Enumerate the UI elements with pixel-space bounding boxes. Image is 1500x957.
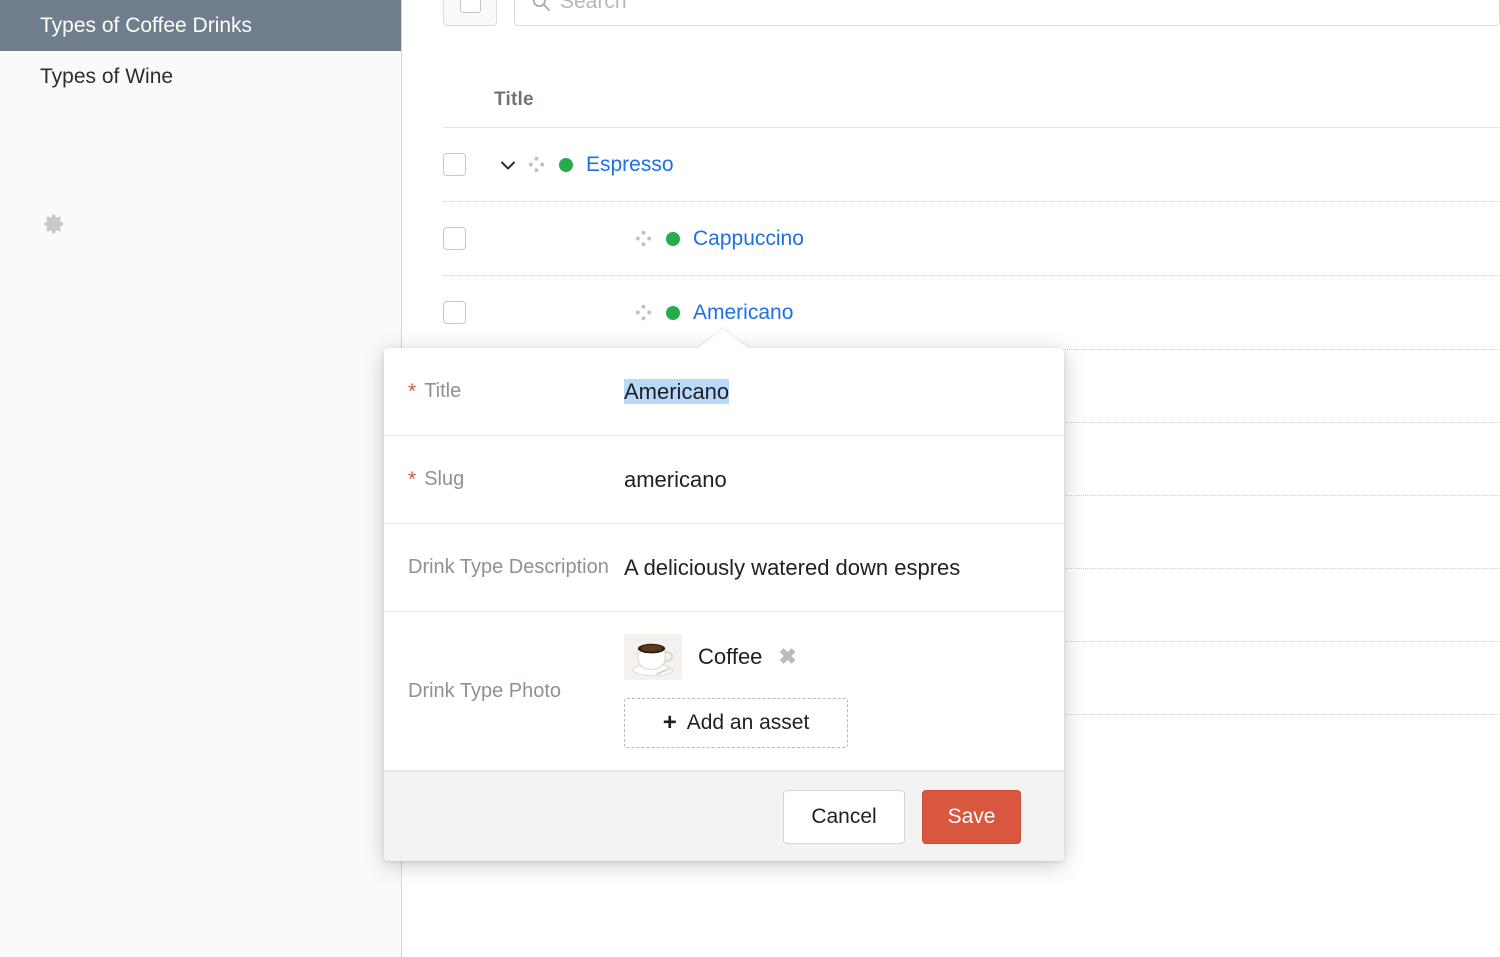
modal-footer: Cancel Save bbox=[384, 771, 1064, 861]
asset-item[interactable]: Coffee ✖ bbox=[624, 634, 1044, 680]
field-label-text: Drink Type Description bbox=[408, 556, 609, 578]
row-checkbox[interactable] bbox=[443, 227, 466, 250]
field-label-text: Title bbox=[424, 380, 462, 402]
asset-name: Coffee bbox=[698, 644, 763, 669]
close-icon[interactable]: ✖ bbox=[778, 646, 796, 668]
title-input[interactable]: Americano bbox=[624, 378, 1064, 405]
title-input-value: Americano bbox=[624, 378, 730, 404]
row-title-link[interactable]: Espresso bbox=[586, 153, 674, 177]
checkbox-box bbox=[459, 0, 481, 13]
row-checkbox[interactable] bbox=[443, 301, 466, 324]
search-icon bbox=[531, 0, 551, 12]
field-drink-type-photo: Drink Type Photo Coffee ✖ + Add an asset bbox=[384, 612, 1064, 771]
row-title-link[interactable]: Americano bbox=[693, 301, 793, 325]
row-checkbox[interactable] bbox=[443, 153, 466, 176]
field-label: * Slug bbox=[384, 465, 624, 494]
cancel-button[interactable]: Cancel bbox=[783, 789, 905, 844]
field-label-text: Slug bbox=[424, 468, 465, 490]
table-header-row: Title bbox=[443, 72, 1500, 128]
gear-icon[interactable] bbox=[42, 212, 66, 236]
add-an-asset-button[interactable]: + Add an asset bbox=[624, 698, 848, 748]
drink-type-description-input[interactable]: A deliciously watered down espres bbox=[624, 555, 1064, 581]
add-an-asset-label: Add an asset bbox=[686, 711, 810, 734]
modal-pointer-arrow bbox=[697, 329, 749, 349]
field-slug: * Slug americano bbox=[384, 436, 1064, 524]
field-label: Drink Type Photo bbox=[384, 612, 624, 770]
coffee-cup-photo-thumbnail bbox=[624, 634, 682, 680]
status-badge bbox=[559, 157, 573, 172]
field-title: * Title Americano bbox=[384, 348, 1064, 436]
table-row[interactable]: Espresso bbox=[443, 128, 1500, 202]
field-label: Drink Type Description bbox=[384, 553, 624, 582]
column-header-title: Title bbox=[494, 88, 534, 110]
plus-icon: + bbox=[662, 709, 677, 736]
search-placeholder: Search bbox=[560, 0, 627, 13]
sidebar: Types of Coffee Drinks Types of Wine bbox=[0, 0, 402, 957]
status-badge bbox=[666, 231, 680, 246]
field-label-text: Drink Type Photo bbox=[408, 679, 562, 702]
row-title-link[interactable]: Cappuccino bbox=[693, 227, 804, 251]
field-label: * Title bbox=[384, 377, 624, 406]
edit-entry-modal: * Title Americano * Slug americano Drink… bbox=[384, 329, 1064, 861]
select-all-checkbox[interactable] bbox=[443, 0, 497, 26]
required-asterisk: * bbox=[408, 380, 417, 403]
chevron-down-icon[interactable] bbox=[498, 155, 518, 175]
sidebar-item-label: Types of Wine bbox=[40, 64, 174, 88]
modal-panel: * Title Americano * Slug americano Drink… bbox=[384, 348, 1064, 861]
sidebar-item-types-of-coffee-drinks[interactable]: Types of Coffee Drinks bbox=[0, 0, 401, 51]
slug-input[interactable]: americano bbox=[624, 467, 1064, 493]
save-button[interactable]: Save bbox=[922, 789, 1021, 844]
app-root: Types of Coffee Drinks Types of Wine Sea… bbox=[0, 0, 1500, 957]
required-asterisk: * bbox=[408, 468, 417, 491]
drag-handle-icon[interactable] bbox=[528, 156, 545, 173]
drag-handle-icon[interactable] bbox=[635, 230, 652, 247]
table-row[interactable]: Cappuccino bbox=[443, 202, 1500, 276]
sidebar-item-label: Types of Coffee Drinks bbox=[40, 13, 253, 37]
table-row[interactable]: Americano bbox=[443, 276, 1500, 350]
status-badge bbox=[666, 305, 680, 320]
search-input[interactable]: Search bbox=[514, 0, 1500, 26]
drink-type-photo-control: Coffee ✖ + Add an asset bbox=[624, 612, 1064, 770]
table-toolbar: Search bbox=[402, 0, 1500, 28]
sidebar-item-types-of-wine[interactable]: Types of Wine bbox=[0, 51, 401, 102]
drag-handle-icon[interactable] bbox=[635, 304, 652, 321]
field-drink-type-description: Drink Type Description A deliciously wat… bbox=[384, 524, 1064, 612]
